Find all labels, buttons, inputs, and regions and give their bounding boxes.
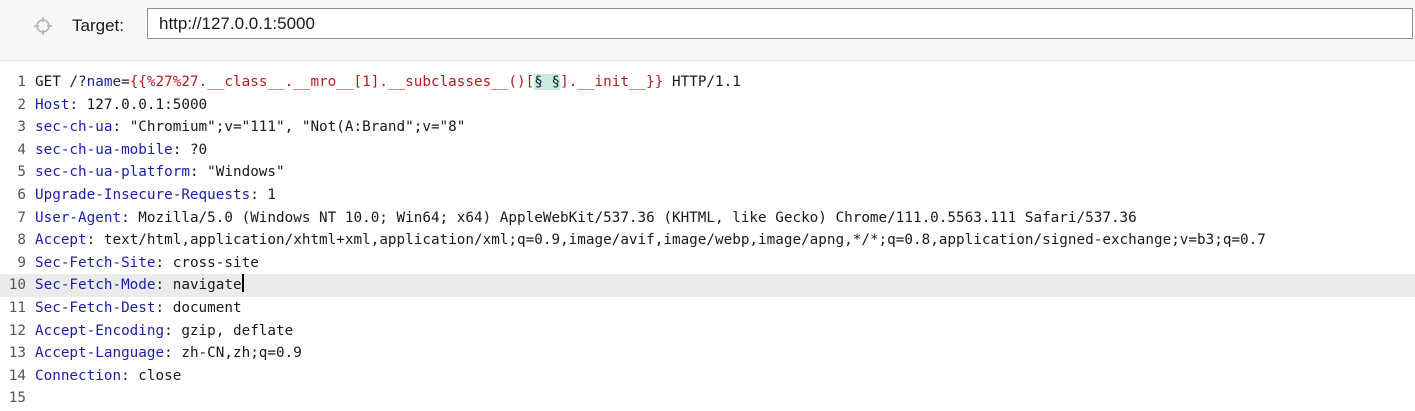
header-value: zh-CN,zh;q=0.9	[181, 345, 302, 362]
header-line-user-agent[interactable]: 7 User-Agent: Mozilla/5.0 (Windows NT 10.…	[0, 207, 1415, 230]
header-value: close	[138, 367, 182, 384]
payload-marker-open[interactable]: §	[534, 74, 543, 90]
header-name: sec-ch-ua-mobile	[35, 141, 173, 158]
target-url-input[interactable]	[147, 8, 1413, 39]
header-separator: :	[155, 299, 173, 316]
header-value: navigate	[172, 277, 242, 294]
header-line-accept-encoding[interactable]: 12 Accept-Encoding: gzip, deflate	[0, 320, 1415, 343]
line-number: 12	[8, 322, 26, 339]
line-number: 2	[17, 96, 26, 113]
target-bar: Target:	[0, 0, 1415, 61]
header-line-upgrade-insecure-requests[interactable]: 6 Upgrade-Insecure-Requests: 1	[0, 184, 1415, 207]
header-value: Mozilla/5.0 (Windows NT 10.0; Win64; x64…	[138, 209, 1137, 226]
line-number: 13	[8, 345, 26, 362]
header-name: Connection	[35, 367, 122, 384]
header-name: Sec-Fetch-Mode	[35, 277, 156, 294]
header-line-sec-ch-ua[interactable]: 3 sec-ch-ua: "Chromium";v="111", "Not(A:B…	[0, 116, 1415, 139]
header-separator: :	[155, 277, 173, 294]
header-separator: :	[86, 232, 104, 249]
request-editor[interactable]: 1 GET /?name={{%27%27.__class__.__mro__[1…	[0, 71, 1415, 411]
line-number: 10	[8, 277, 26, 294]
header-value: "Windows"	[207, 164, 285, 181]
header-name: Upgrade-Insecure-Requests	[35, 186, 251, 203]
header-line-accept[interactable]: 8 Accept: text/html,application/xhtml+xml…	[0, 229, 1415, 252]
header-value: text/html,application/xhtml+xml,applicat…	[103, 232, 1266, 249]
header-value: "Chromium";v="111", "Not(A:Brand";v="8"	[129, 119, 466, 136]
line-number: 8	[17, 232, 26, 249]
line-number: 15	[8, 390, 26, 407]
param-name: name	[86, 74, 122, 90]
header-value: ?0	[189, 141, 208, 158]
crosshair-icon[interactable]	[33, 16, 53, 36]
text-cursor	[241, 274, 244, 293]
line-number: 9	[17, 254, 26, 271]
header-name: User-Agent	[35, 209, 122, 226]
line-number: 6	[17, 186, 26, 203]
header-value: document	[172, 299, 242, 316]
header-line-accept-language[interactable]: 13 Accept-Language: zh-CN,zh;q=0.9	[0, 342, 1415, 365]
protocol: HTTP/1.1	[663, 74, 741, 90]
method-path: GET /?	[35, 74, 87, 90]
header-name: Accept-Encoding	[35, 322, 165, 339]
header-separator: :	[121, 209, 139, 226]
line-number: 11	[8, 299, 26, 316]
header-line-host[interactable]: 2 Host: 127.0.0.1:5000	[0, 94, 1415, 117]
header-value: 127.0.0.1:5000	[86, 96, 208, 113]
header-name: Accept-Language	[35, 345, 165, 362]
header-separator: :	[250, 186, 268, 203]
header-name: sec-ch-ua	[35, 119, 113, 136]
header-line-sec-ch-ua-mobile[interactable]: 4 sec-ch-ua-mobile: ?0	[0, 139, 1415, 162]
payload-after: ].__init__}}	[560, 74, 664, 90]
header-separator: :	[155, 254, 173, 271]
line-number: 7	[17, 209, 26, 226]
header-name: Host	[35, 96, 70, 113]
payload-before: {{%27%27.__class__.__mro__[1].__subclass…	[129, 74, 535, 90]
header-separator: :	[121, 367, 139, 384]
header-separator: :	[69, 96, 87, 113]
header-separator: :	[164, 345, 182, 362]
header-line-sec-fetch-mode[interactable]: 10 Sec-Fetch-Mode: navigate	[0, 274, 1415, 297]
line-number: 5	[17, 164, 26, 181]
header-separator: :	[164, 322, 182, 339]
line-number: 4	[17, 141, 26, 158]
header-name: Accept	[35, 232, 87, 249]
header-line-sec-ch-ua-platform[interactable]: 5 sec-ch-ua-platform: "Windows"	[0, 161, 1415, 184]
line-number: 3	[17, 119, 26, 136]
header-line-sec-fetch-site[interactable]: 9 Sec-Fetch-Site: cross-site	[0, 252, 1415, 275]
target-label: Target:	[72, 16, 124, 35]
header-separator: :	[112, 119, 130, 136]
line-number: 14	[8, 367, 26, 384]
header-line-sec-fetch-dest[interactable]: 11 Sec-Fetch-Dest: document	[0, 297, 1415, 320]
empty-line[interactable]: 15	[0, 387, 1415, 410]
header-value: 1	[267, 186, 277, 203]
header-name: Sec-Fetch-Dest	[35, 299, 156, 316]
header-separator: :	[189, 164, 208, 181]
header-name: sec-ch-ua-platform	[35, 164, 190, 181]
header-line-connection[interactable]: 14 Connection: close	[0, 365, 1415, 388]
param-equals: =	[121, 74, 130, 90]
payload-marker-close[interactable]: §	[551, 74, 561, 90]
header-value: cross-site	[172, 254, 259, 271]
header-value: gzip, deflate	[181, 322, 294, 339]
line-number: 1	[17, 74, 26, 90]
request-line[interactable]: 1 GET /?name={{%27%27.__class__.__mro__[1…	[0, 71, 1415, 94]
header-separator: :	[172, 141, 190, 158]
header-name: Sec-Fetch-Site	[35, 254, 156, 271]
